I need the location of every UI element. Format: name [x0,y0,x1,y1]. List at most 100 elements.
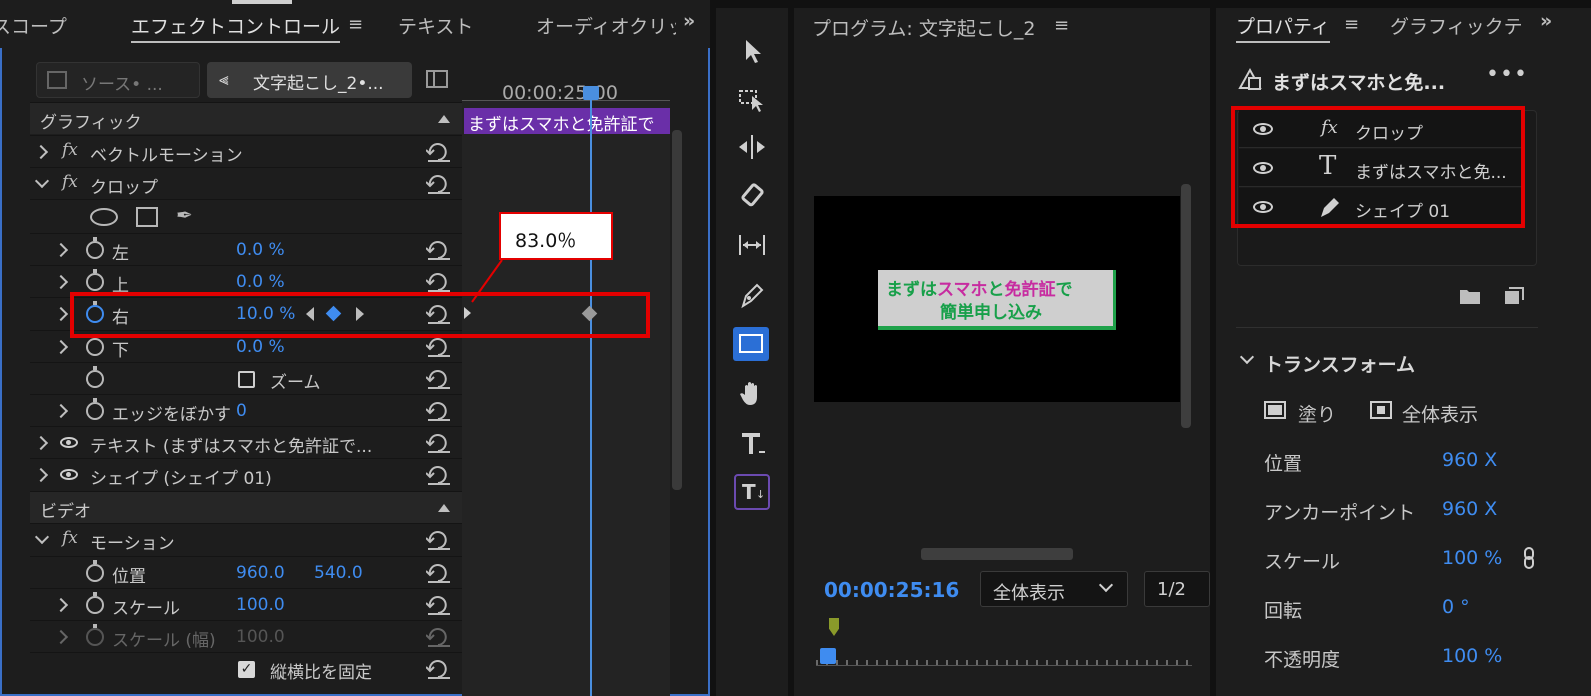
source-selector[interactable]: ソース• ... [36,62,200,98]
program-timecode[interactable]: 00:00:25:16 [824,578,959,602]
prop-scale-value[interactable]: 100 % [1442,547,1502,569]
reset-icon[interactable] [426,401,452,421]
timeline-scrollbar[interactable] [672,130,682,490]
eye-icon[interactable] [60,469,78,480]
tab-essential-graphics[interactable]: グラフィックテ [1390,12,1528,39]
new-layer-icon[interactable] [1504,287,1524,305]
ripple-edit-tool-icon[interactable] [737,132,767,162]
reset-icon[interactable] [426,272,452,292]
fill-frame-label[interactable]: 塗り [1298,400,1336,427]
expand-chevron-icon[interactable] [53,597,69,613]
position-x-value[interactable]: 960.0 [236,563,285,583]
rectangle-mask-icon[interactable] [136,207,158,227]
expand-chevron-icon[interactable] [53,403,69,419]
more-tabs-icon[interactable]: » [1540,10,1552,32]
row-scale[interactable]: スケール 100.0 [30,588,462,620]
reset-icon[interactable] [426,433,452,453]
scale-value[interactable]: 100.0 [236,595,285,615]
edge-feather-value[interactable]: 0 [236,401,247,421]
collapse-up-icon[interactable] [438,504,450,512]
fit-frame-label[interactable]: 全体表示 [1402,400,1478,427]
panel-toggle-icon[interactable] [426,70,448,88]
playhead-handle[interactable] [583,86,599,100]
reset-icon[interactable] [426,240,452,260]
row-motion[interactable]: fx モーション [30,523,462,555]
prop-position-value[interactable]: 960 X [1442,449,1497,471]
fit-frame-icon[interactable] [1370,401,1392,419]
uniform-scale-checkbox[interactable]: ✓ [238,661,255,678]
stopwatch-icon[interactable] [86,398,104,420]
tab-effect-controls[interactable]: エフェクトコントロール [131,12,341,43]
fill-frame-icon[interactable] [1264,401,1286,419]
expand-chevron-icon[interactable] [53,242,69,258]
video-preview[interactable]: まずはスマホと免許証で 簡単申し込み [814,196,1180,402]
program-monitor-title[interactable]: プログラム: 文字起こし_2 [812,14,1035,41]
reset-icon[interactable] [426,465,452,485]
vertical-type-tool-icon[interactable]: T ↓ [734,474,770,510]
stopwatch-icon[interactable] [86,592,104,614]
row-uniform-scale[interactable]: ✓ 縦横比を固定 [30,652,462,684]
stopwatch-icon[interactable] [86,237,104,259]
reset-icon[interactable] [426,174,452,194]
crop-top-value[interactable]: 0.0 % [236,272,285,292]
new-group-icon[interactable] [1459,287,1481,305]
expand-chevron-icon[interactable] [33,467,49,483]
row-edge-feather[interactable]: エッジをぼかす 0 [30,394,462,426]
reset-icon[interactable] [426,337,452,357]
zoom-dropdown[interactable]: 全体表示 [980,571,1128,607]
expand-chevron-icon[interactable] [34,529,50,545]
pen-tool-icon[interactable] [737,280,767,310]
clip-selector[interactable]: ⫷ 文字起こし_2•... [207,62,412,98]
row-zoom[interactable]: ズーム [30,362,462,394]
prop-anchor-value[interactable]: 960 X [1442,498,1497,520]
collapse-up-icon[interactable] [438,115,450,123]
selection-tool-icon[interactable] [737,36,767,66]
row-position[interactable]: 位置 960.0 540.0 [30,556,462,588]
ellipse-mask-icon[interactable] [90,208,118,226]
expand-chevron-icon[interactable] [53,629,69,645]
row-crop[interactable]: fx クロップ [30,167,462,199]
stopwatch-icon[interactable] [86,334,104,356]
clip-bar[interactable]: まずはスマホと免許証で [464,108,670,134]
program-menu-icon[interactable]: ≡ [1054,15,1069,36]
type-tool-icon[interactable] [737,428,767,458]
expand-chevron-icon[interactable] [34,173,50,189]
preview-horizontal-scrollbar[interactable] [921,548,1073,560]
zoom-checkbox[interactable] [238,371,255,388]
row-vector-motion[interactable]: fx ベクトルモーション [30,135,462,167]
tab-properties[interactable]: プロパティ [1236,12,1330,43]
reset-icon[interactable] [426,142,452,162]
hand-tool-icon[interactable] [737,378,767,408]
reset-icon[interactable] [426,595,452,615]
expand-chevron-icon[interactable] [33,144,49,160]
expand-chevron-icon[interactable] [53,274,69,290]
resolution-dropdown[interactable]: 1/2 [1144,571,1210,607]
prop-opacity-value[interactable]: 100 % [1442,645,1502,667]
program-playhead[interactable] [820,648,836,664]
expand-chevron-icon[interactable] [53,339,69,355]
stopwatch-icon[interactable] [86,560,104,582]
razor-tool-icon[interactable] [737,182,767,212]
prop-rotation-value[interactable]: 0 ° [1442,596,1470,618]
tab-scope[interactable]: スコープ [0,12,67,39]
tab-text[interactable]: テキスト [398,12,473,39]
more-options-icon[interactable]: ••• [1486,62,1528,87]
preview-vertical-scrollbar[interactable] [1181,184,1191,428]
eye-icon[interactable] [60,437,78,448]
row-shape-layer[interactable]: シェイプ (シェイプ 01) [30,458,462,490]
program-timeline-ruler[interactable] [816,650,1192,666]
transform-header[interactable]: トランスフォーム [1264,350,1415,377]
track-select-tool-icon[interactable] [737,84,767,114]
reset-icon[interactable] [426,530,452,550]
link-icon[interactable] [1522,546,1536,570]
reset-icon[interactable] [426,563,452,583]
pen-mask-icon[interactable]: ✒ [176,203,193,227]
more-tabs-icon[interactable]: » [683,10,695,32]
properties-menu-icon[interactable]: ≡ [1344,14,1359,35]
expand-chevron-icon[interactable] [53,306,69,322]
tab-audio-clip[interactable]: オーディオクリッ [536,12,676,39]
caption-box[interactable]: まずはスマホと免許証で 簡単申し込み [878,270,1116,330]
tab-menu-icon[interactable]: ≡ [348,14,363,35]
row-text-layer[interactable]: テキスト (まずはスマホと免許証で... [30,426,462,458]
position-y-value[interactable]: 540.0 [314,563,363,583]
